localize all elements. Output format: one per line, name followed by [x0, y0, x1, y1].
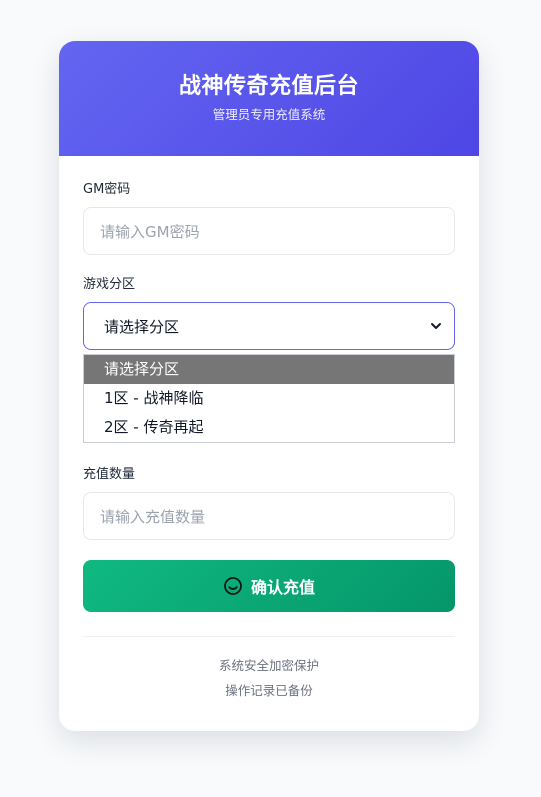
zone-select-value: 请选择分区 — [104, 317, 180, 336]
gm-password-input[interactable]: 请输入GM密码 — [83, 207, 455, 255]
zone-option[interactable]: 请选择分区 — [84, 355, 454, 384]
card-header: 战神传奇充值后台 管理员专用充值系统 — [59, 41, 479, 156]
submit-button-label: 确认充值 — [250, 578, 315, 597]
gm-password-placeholder: 请输入GM密码 — [100, 222, 200, 241]
footer-backup-text: 操作记录已备份 — [225, 683, 313, 698]
footer-divider — [83, 636, 455, 637]
amount-placeholder: 请输入充值数量 — [100, 507, 206, 526]
gm-password-label: GM密码 — [83, 182, 131, 197]
zone-option[interactable]: 2区 - 传奇再起 — [84, 413, 454, 442]
footer-security-text: 系统安全加密保护 — [218, 658, 319, 673]
zone-dropdown: 请选择分区 1区 - 战神降临 2区 - 传奇再起 — [83, 354, 455, 443]
zone-select[interactable]: 请选择分区 — [83, 302, 455, 350]
amount-input[interactable]: 请输入充值数量 — [83, 492, 455, 540]
submit-button[interactable]: 确认充值 — [83, 560, 455, 612]
zone-label: 游戏分区 — [83, 277, 136, 292]
page-subtitle: 管理员专用充值系统 — [212, 107, 326, 122]
amount-label: 充值数量 — [83, 467, 136, 482]
smile-circle-icon — [223, 576, 243, 596]
zone-option[interactable]: 1区 - 战神降临 — [84, 384, 454, 413]
chevron-down-icon — [430, 320, 442, 332]
page-title: 战神传奇充值后台 — [178, 74, 359, 99]
